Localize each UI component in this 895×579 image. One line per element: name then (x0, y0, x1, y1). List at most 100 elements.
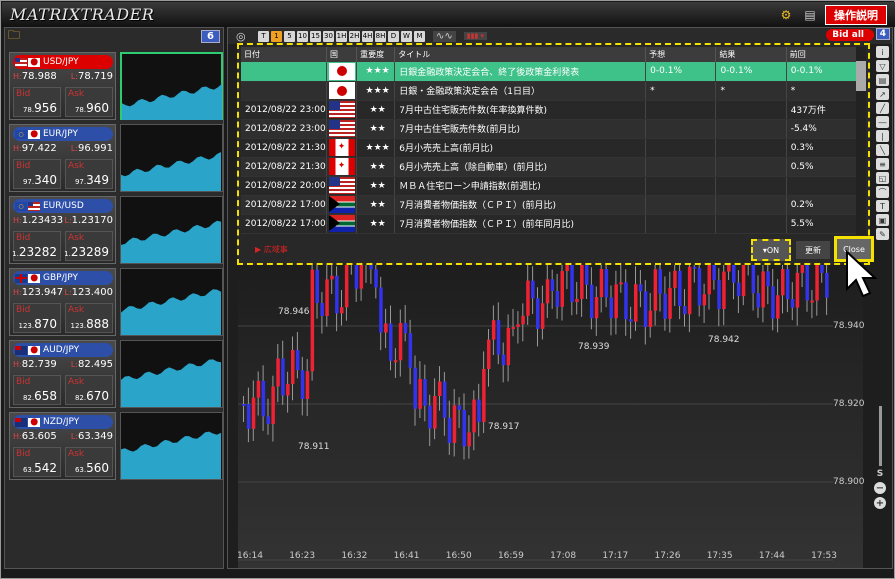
tool-icon[interactable]: ╲ (876, 144, 889, 156)
bid-button[interactable]: Bid 78.956 (13, 87, 61, 117)
timeframe-button[interactable]: T (258, 30, 269, 42)
timeframe-button[interactable]: 1 (271, 30, 282, 42)
timeframe-button[interactable]: 30 (323, 30, 334, 42)
ask-button[interactable]: Ask 97.349 (65, 159, 113, 189)
news-column-header[interactable]: 予想 (645, 47, 717, 62)
chart-type-icon[interactable]: ◎ (236, 30, 246, 43)
zoom-out-icon[interactable]: − (874, 482, 886, 494)
tool-icon[interactable]: ▣ (876, 214, 889, 226)
bid-all-toggle[interactable]: Bid all (826, 29, 874, 41)
mini-chart[interactable] (120, 124, 223, 192)
news-column-header[interactable]: 結果 (715, 47, 787, 62)
mini-chart[interactable] (120, 340, 223, 408)
flag-icon: ○ (15, 201, 27, 211)
news-row[interactable]: ★★★ 日銀・金融政策決定会合（1日目） * * * (241, 81, 857, 101)
tool-icon[interactable]: ⌒ (876, 186, 889, 198)
timeframe-button[interactable]: 4H (362, 30, 373, 42)
news-column-header[interactable]: 日付 (241, 47, 327, 62)
timeframe-button[interactable]: W (401, 30, 412, 42)
tool-icon[interactable]: T (876, 200, 889, 212)
timeframe-button[interactable]: 8H (375, 30, 386, 42)
tool-icon[interactable]: | (876, 130, 889, 142)
tool-icon[interactable]: ― (876, 116, 889, 128)
tool-icon[interactable]: ≡ (876, 158, 889, 170)
news-row[interactable]: 2012/08/22 23:00 ★★ 7月中古住宅販売件数(年率換算件数) 437万… (241, 100, 857, 120)
timeframe-button[interactable]: M (414, 30, 425, 42)
news-column-header[interactable]: 重要度 (356, 47, 396, 62)
tool-icon[interactable]: ▽ (876, 60, 889, 72)
timeframe-button[interactable]: 5 (284, 30, 295, 42)
pair-name-pill[interactable]: USD/JPY (13, 55, 113, 69)
indicator-icon[interactable]: ∿∿ (433, 30, 456, 42)
print-icon[interactable]: ▤ (801, 6, 819, 24)
pair-name-pill[interactable]: ○ EUR/USD (13, 199, 113, 213)
candle-body (594, 297, 599, 319)
help-button[interactable]: 操作説明 (825, 5, 887, 25)
timeframe-button[interactable]: 1H (336, 30, 347, 42)
candle-style-icon[interactable]: ▮▮▮ ▾ (463, 32, 488, 40)
currency-pair-card[interactable]: NZD/JPY H:63.605 L:63.349 Bid 63.542 Ask 63.56… (9, 412, 223, 480)
currency-pair-card[interactable]: ○ EUR/JPY H:97.422 L:96.991 Bid 97.340 Ask 97.3… (9, 124, 223, 192)
bid-button[interactable]: Bid 82.658 (13, 375, 61, 405)
news-forecast (645, 176, 717, 196)
currency-pair-card[interactable]: USD/JPY H:78.988 L:78.719 Bid 78.956 Ask 78.96… (9, 52, 223, 120)
scroll-thumb[interactable] (856, 61, 866, 91)
news-country (326, 119, 358, 139)
news-row[interactable]: ★★★ 日銀金融政策決定会合、終了後政策金利発表 0-0.1% 0-0.1% 0-0.1… (241, 62, 857, 82)
candle-body (305, 371, 310, 399)
news-column-header[interactable]: 前回 (786, 47, 857, 62)
pair-name-pill[interactable]: GBP/JPY (13, 271, 113, 285)
timeframe-button[interactable]: 10 (297, 30, 308, 42)
bid-button[interactable]: Bid 63.542 (13, 447, 61, 477)
currency-pair-card[interactable]: GBP/JPY H:123.947 L:123.400 Bid 123.870 Ask 12… (9, 268, 223, 336)
news-row[interactable]: 2012/08/22 17:00 ★★ 7月消費者物価指数（ＣＰＩ）(前年同月比) 5… (241, 214, 857, 234)
settings-icon[interactable]: ⚙ (777, 6, 795, 24)
timeframe-button[interactable]: D (388, 30, 399, 42)
bid-price-prefix: 63. (22, 466, 35, 474)
mini-chart[interactable] (120, 196, 223, 264)
news-row[interactable]: 2012/08/22 21:30 ✦ ★★ 6月小売売上高（除自動車）(前月比) 0.5… (241, 157, 857, 177)
news-row[interactable]: 2012/08/22 17:00 ★★ 7月消費者物価指数（ＣＰＩ）(前月比) 0.2… (241, 195, 857, 215)
ask-button[interactable]: Ask 82.670 (65, 375, 113, 405)
tool-icon[interactable]: i (876, 46, 889, 58)
currency-pair-card[interactable]: ○ EUR/USD H:1.23433 L:1.23170 Bid 1.23282 Ask 1… (9, 196, 223, 264)
currency-pair-card[interactable]: AUD/JPY H:82.739 L:82.495 Bid 82.658 Ask 82.67… (9, 340, 223, 408)
news-column-header[interactable]: タイトル (394, 47, 647, 62)
news-title: 日銀金融政策決定会合、終了後政策金利発表 (394, 62, 647, 82)
tool-icon[interactable]: ◱ (876, 172, 889, 184)
y-tick-label: 78.940 (833, 321, 865, 331)
refresh-button[interactable]: 更新 (796, 241, 830, 259)
ask-button[interactable]: Ask 123.888 (65, 303, 113, 333)
mini-chart[interactable] (120, 412, 223, 480)
pair-name-pill[interactable]: ○ EUR/JPY (13, 127, 113, 141)
tool-icon[interactable]: ✎ (876, 228, 889, 240)
bid-button[interactable]: Bid 123.870 (13, 303, 61, 333)
news-row[interactable]: 2012/08/22 20:00 ★★ ＭＢＡ住宅ローン申請指数(前週比) (241, 176, 857, 196)
news-column-header[interactable]: 国 (326, 47, 358, 62)
tool-icon[interactable]: ↗ (876, 88, 889, 100)
news-scrollbar[interactable] (856, 47, 866, 235)
mini-chart[interactable] (120, 268, 223, 336)
folder-icon[interactable]: 🗀 (8, 26, 20, 47)
news-row[interactable]: 2012/08/22 21:30 ✦ ★★★ 6月小売売上高(前月比) 0.3% (241, 138, 857, 158)
timeframe-button[interactable]: 2H (349, 30, 360, 42)
mini-chart[interactable] (120, 52, 223, 120)
auto-on-button[interactable]: ▾ON (751, 239, 791, 261)
bid-button[interactable]: Bid 97.340 (13, 159, 61, 189)
ask-button[interactable]: Ask 78.960 (65, 87, 113, 117)
pair-name-pill[interactable]: AUD/JPY (13, 343, 113, 357)
ask-button[interactable]: Ask 63.560 (65, 447, 113, 477)
news-country (326, 176, 358, 196)
news-row[interactable]: 2012/08/22 23:00 ★★ 7月中古住宅販売件数(前月比) -5.4% (241, 119, 857, 139)
pair-name: AUD/JPY (43, 345, 80, 355)
zoom-slider-track[interactable] (878, 406, 882, 466)
zoom-control[interactable]: S − + (873, 406, 887, 536)
timeframe-button[interactable]: 15 (310, 30, 321, 42)
tool-icon[interactable]: ╱ (876, 102, 889, 114)
candle-body (580, 262, 584, 299)
ask-button[interactable]: Ask 1.23289 (64, 231, 113, 261)
bid-button[interactable]: Bid 1.23282 (12, 231, 61, 261)
tool-icon[interactable]: ▤ (876, 74, 889, 86)
pair-name-pill[interactable]: NZD/JPY (13, 415, 113, 429)
zoom-in-icon[interactable]: + (874, 497, 886, 509)
